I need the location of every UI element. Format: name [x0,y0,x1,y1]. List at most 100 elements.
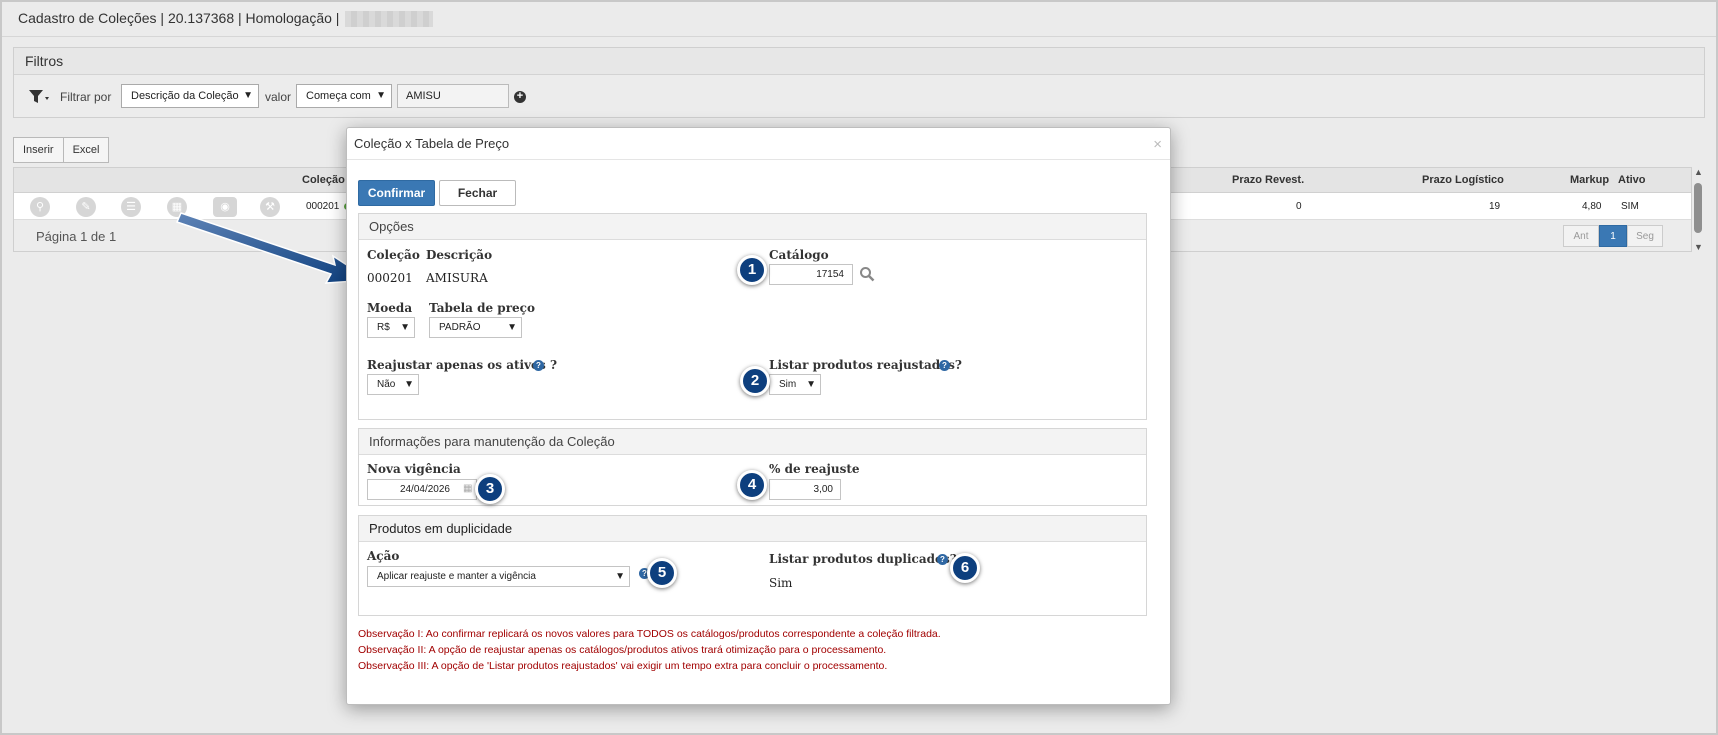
action-buttons: Inserir Excel [13,137,110,163]
pager-prev[interactable]: Ant [1563,225,1599,247]
page-info: Página 1 de 1 [36,229,117,244]
row-ativo: SIM [1621,201,1639,212]
row-codigo: 000201 [306,201,340,212]
chevron-down-icon: ▼ [400,322,410,333]
step-badge-2: 2 [740,366,770,396]
chevron-down-icon: ▼ [243,90,253,101]
table-icon[interactable]: ▦ [167,197,187,217]
close-icon[interactable]: × [1153,136,1162,153]
calendar-icon[interactable]: ▦ [463,483,472,494]
modal-title: Coleção x Tabela de Preço [354,136,510,151]
listar-reajustados-select[interactable]: Sim ▼ [769,374,821,395]
step-badge-1: 1 [737,255,767,285]
tabela-preco-label: Tabela de preço [429,301,535,315]
observation-2: Observação II: A opção de reajustar apen… [358,644,887,656]
scroll-up-icon[interactable]: ▲ [1694,167,1703,177]
scroll-thumb[interactable] [1694,183,1702,233]
percentual-reajuste-input[interactable]: 3,00 [769,479,841,500]
header-markup[interactable]: Markup [1570,174,1609,186]
listar-duplicados-label: Listar produtos duplicados? [769,552,957,566]
catalogo-label: Catálogo [769,248,829,262]
edit-icon[interactable]: ✎ [76,197,96,217]
list-icon[interactable]: ☰ [121,197,141,217]
wrench-icon[interactable]: ⚒ [260,197,280,217]
filter-icon[interactable] [28,88,50,106]
step-badge-4: 4 [737,470,767,500]
row-prazo-logistico: 19 [1489,201,1501,212]
redacted-user [345,11,434,28]
header-colecao[interactable]: Coleção [302,174,345,186]
filters-panel: Filtros Filtrar por Descrição da Coleção… [13,47,1705,118]
filter-by-label: Filtrar por [60,90,112,104]
acao-value: Aplicar reajuste e manter a vigência [377,571,536,582]
grid-scrollbar[interactable]: ▲ ▼ [1692,167,1704,252]
help-icon[interactable]: ? [937,554,948,565]
chevron-down-icon: ▼ [615,571,625,582]
reajustar-ativos-value: Não [377,379,396,390]
tabela-preco-value: PADRÃO [439,322,481,333]
help-icon[interactable]: ? [939,360,950,371]
colecao-tabela-preco-modal: Coleção x Tabela de Preço × Confirmar Fe… [346,127,1171,705]
page-title-text: Cadastro de Coleções | 20.137368 | Homol… [18,10,340,26]
nova-vigencia-label: Nova vigência [367,462,461,476]
observation-1: Observação I: Ao confirmar replicará os … [358,628,941,640]
money-icon[interactable]: ◉ [213,197,237,217]
operator-select[interactable]: Começa com ▼ [296,84,392,108]
pager-next[interactable]: Seg [1627,225,1663,247]
duplicates-title: Produtos em duplicidade [359,516,1146,542]
row-prazo-revest: 0 [1296,201,1302,212]
header-prazo-logistico[interactable]: Prazo Logístico [1422,174,1504,186]
filter-field-value: Descrição da Coleção [131,90,239,102]
listar-reajustados-label: Listar produtos reajustados? [769,358,962,372]
search-icon[interactable]: ⚲ [30,197,50,217]
observation-3: Observação III: A opção de 'Listar produ… [358,660,888,672]
chevron-down-icon: ▼ [806,379,816,390]
filter-field-select[interactable]: Descrição da Coleção ▼ [121,84,259,108]
acao-select[interactable]: Aplicar reajuste e manter a vigência ▼ [367,566,630,587]
percentual-reajuste-label: % de reajuste [769,462,860,476]
colecao-value: 000201 [367,271,413,285]
moeda-label: Moeda [367,301,413,315]
insert-button[interactable]: Inserir [13,137,64,163]
add-filter-icon[interactable]: + [514,91,526,103]
row-markup: 4,80 [1582,201,1602,212]
step-badge-6: 6 [950,553,980,583]
tabela-preco-select[interactable]: PADRÃO ▼ [429,317,522,338]
duplicates-panel: Produtos em duplicidade Ação Aplicar rea… [358,515,1147,616]
moeda-select[interactable]: R$ ▼ [367,317,415,338]
page-title: Cadastro de Coleções | 20.137368 | Homol… [18,8,434,28]
catalogo-input[interactable]: 17154 [769,264,853,285]
step-badge-5: 5 [647,558,677,588]
search-icon[interactable] [859,266,875,282]
step-badge-3: 3 [475,474,505,504]
nova-vigencia-input[interactable]: 24/04/2026 [367,479,477,500]
chevron-down-icon: ▼ [376,90,386,101]
value-label: valor [265,90,292,104]
search-input[interactable]: AMISU [397,84,509,108]
descricao-label: Descrição [426,248,493,262]
colecao-label: Coleção [367,248,420,262]
chevron-down-icon: ▼ [507,322,517,333]
confirm-button[interactable]: Confirmar [358,180,435,206]
header-prazo-revest[interactable]: Prazo Revest. [1232,174,1304,186]
excel-button[interactable]: Excel [63,137,110,163]
pager: Ant 1 Seg [1563,225,1663,247]
moeda-value: R$ [377,322,390,333]
maintenance-title: Informações para manutenção da Coleção [359,429,1146,455]
chevron-down-icon: ▼ [404,379,414,390]
filters-title: Filtros [14,48,1704,75]
reajustar-ativos-select[interactable]: Não ▼ [367,374,419,395]
pager-current[interactable]: 1 [1599,225,1627,247]
reajustar-ativos-label: Reajustar apenas os ativos ? [367,358,558,372]
listar-reajustados-value: Sim [779,379,797,390]
listar-duplicados-value: Sim [769,576,793,590]
scroll-down-icon[interactable]: ▼ [1694,242,1703,252]
help-icon[interactable]: ? [533,360,544,371]
acao-label: Ação [367,549,400,563]
close-button[interactable]: Fechar [439,180,516,206]
operator-value: Começa com [306,90,371,102]
modal-divider [347,159,1170,160]
header-divider [2,36,1716,37]
options-title: Opções [359,214,1146,240]
header-ativo[interactable]: Ativo [1618,174,1646,186]
